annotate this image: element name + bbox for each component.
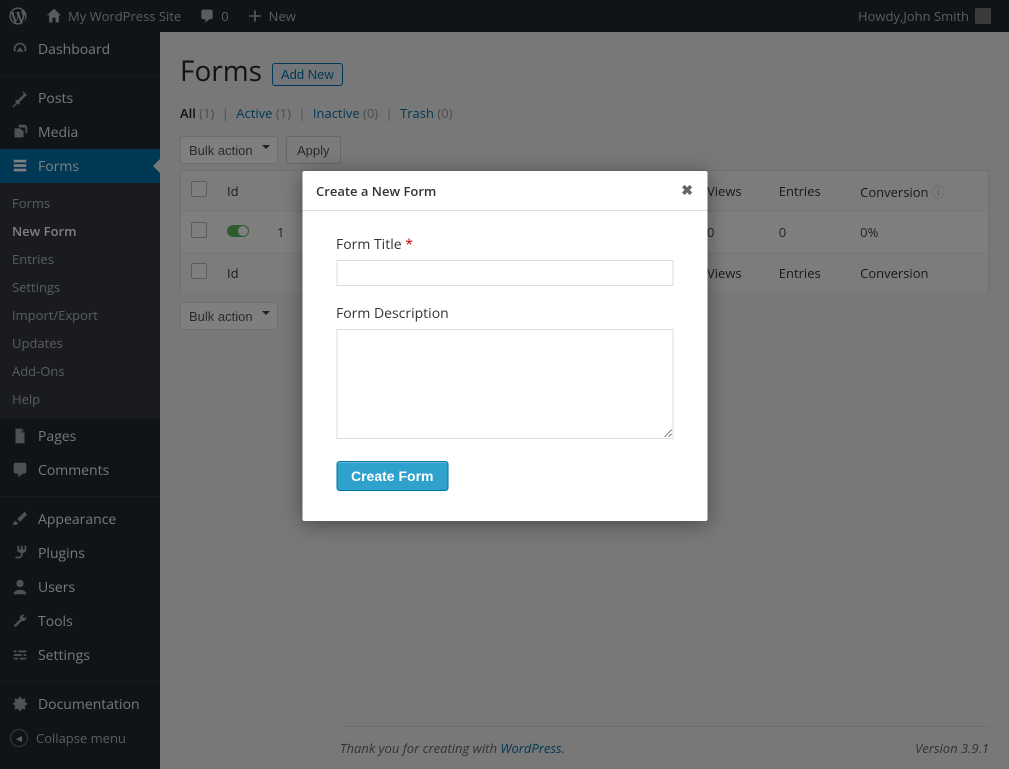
create-form-button[interactable]: Create Form [336,461,448,491]
form-title-label: Form Title * [336,235,673,254]
create-new-form-modal: Create a New Form ✖ Form Title * Form De… [302,171,707,521]
form-description-label: Form Description [336,304,673,323]
form-description-textarea[interactable] [336,329,673,439]
form-title-input[interactable] [336,260,673,286]
close-icon[interactable]: ✖ [681,181,693,200]
modal-title: Create a New Form [316,182,436,200]
